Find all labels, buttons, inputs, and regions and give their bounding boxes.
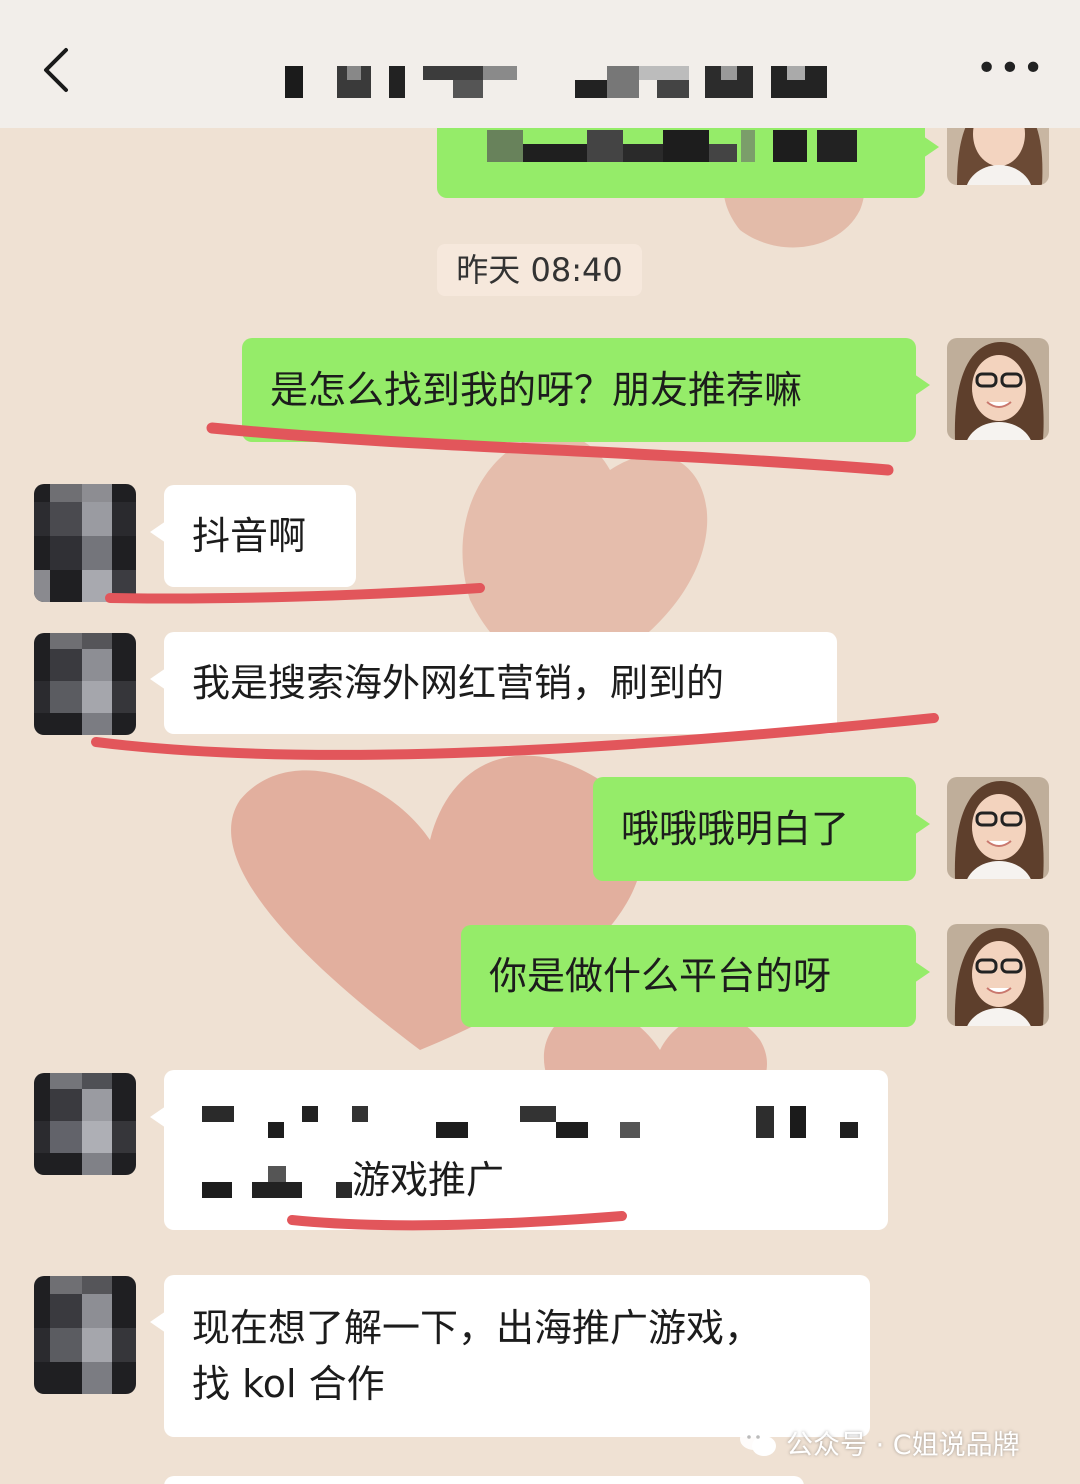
message-bubble-mine[interactable]: 哦哦哦明白了 [593, 777, 930, 881]
message-bubble-theirs[interactable]: 我是搜索海外网红营销，刷到的 [150, 632, 837, 734]
message-bubble-mine[interactable]: 是怎么找到我的呀？朋友推荐嘛 [242, 338, 930, 442]
redacted-text-mosaic [202, 1106, 858, 1198]
my-avatar[interactable] [947, 777, 1049, 879]
back-button[interactable] [30, 40, 90, 100]
my-avatar[interactable] [947, 338, 1049, 440]
message-text: 你是做什么平台的呀 [489, 954, 832, 998]
watermark-text: 公众号 · C姐说品牌 [786, 1429, 1020, 1461]
contact-avatar[interactable] [34, 484, 136, 602]
message-text: 抖音啊 [192, 514, 307, 558]
message-text: 是怎么找到我的呀？朋友推荐嘛 [270, 368, 803, 412]
message-bubble-theirs[interactable]: 游戏推广 [150, 1070, 888, 1230]
contact-avatar[interactable] [34, 1073, 136, 1175]
message-text-line: 找 kol 合作 [192, 1362, 385, 1406]
message-bubble-theirs[interactable]: 现在想了解一下，出海推广游戏， 找 kol 合作 [150, 1275, 870, 1437]
chat-header: ••• [0, 0, 1080, 128]
contact-avatar-pixelated [34, 1276, 136, 1394]
contact-avatar-pixelated [34, 1073, 136, 1175]
my-avatar[interactable] [947, 924, 1049, 1026]
contact-avatar-pixelated [34, 484, 136, 602]
message-text: 哦哦哦明白了 [621, 807, 850, 851]
message-bubble-theirs[interactable]: 抖音啊 [150, 485, 356, 587]
chat-wallpaper [0, 0, 1080, 1484]
contact-avatar[interactable] [34, 633, 136, 735]
chat-title-redacted [285, 66, 827, 98]
message-timestamp: 昨天 08:40 [437, 244, 642, 296]
message-text-visible: 游戏推广 [352, 1158, 505, 1202]
wechat-icon [740, 1428, 776, 1456]
message-text-line: 现在想了解一下，出海推广游戏， [192, 1306, 763, 1350]
more-options-button[interactable]: ••• [976, 48, 1046, 89]
my-avatar-image [947, 338, 1049, 440]
next-message-bubble-partial [164, 1476, 804, 1484]
watermark: 公众号 · C姐说品牌 [738, 1420, 1020, 1464]
contact-avatar-pixelated [34, 633, 136, 735]
contact-avatar[interactable] [34, 1276, 136, 1394]
chevron-left-icon [44, 48, 68, 92]
more-horizontal-icon: ••• [976, 48, 1046, 89]
message-bubble-mine[interactable]: 你是做什么平台的呀 [461, 925, 930, 1027]
my-avatar-image [947, 924, 1049, 1026]
my-avatar-image [947, 777, 1049, 879]
message-text: 我是搜索海外网红营销，刷到的 [192, 661, 725, 705]
